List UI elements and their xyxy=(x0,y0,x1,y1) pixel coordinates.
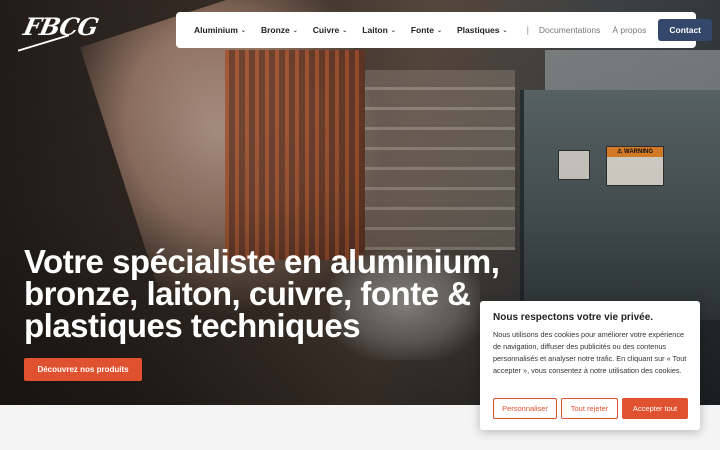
nav-item-label: Plastiques xyxy=(457,25,500,35)
main-navbar: Aluminium ⌄ Bronze ⌄ Cuivre ⌄ Laiton ⌄ F… xyxy=(176,12,712,48)
cookie-title: Nous respectons votre vie privée. xyxy=(493,312,654,323)
chevron-down-icon: ⌄ xyxy=(436,27,442,34)
accept-cookies-button[interactable]: Accepter tout xyxy=(622,398,688,419)
nav-link-a-propos[interactable]: À propos xyxy=(612,25,646,35)
chevron-down-icon: ⌄ xyxy=(292,27,298,34)
nav-link-documentations[interactable]: Documentations xyxy=(539,25,600,35)
brand-logo[interactable]: FBCG xyxy=(21,12,101,41)
headline-line-1: Votre spécialiste en aluminium, xyxy=(24,243,500,280)
nav-item-label: Bronze xyxy=(260,25,290,35)
chevron-down-icon: ⌄ xyxy=(240,27,246,34)
cookie-text: Nous utilisons des cookies pour améliore… xyxy=(493,330,687,375)
nav-item-bronze[interactable]: Bronze ⌄ xyxy=(261,25,298,35)
headline-line-3: plastiques techniques xyxy=(24,307,361,344)
headline-line-2: bronze, laiton, cuivre, fonte & xyxy=(24,275,471,312)
reject-cookies-button[interactable]: Tout rejeter xyxy=(561,398,618,419)
chevron-down-icon: ⌄ xyxy=(502,27,508,34)
chevron-down-icon: ⌄ xyxy=(342,27,348,34)
hero-headline: Votre spécialiste en aluminium, bronze, … xyxy=(24,243,524,344)
nav-item-label: Cuivre xyxy=(312,25,340,35)
contact-button[interactable]: Contact xyxy=(658,19,712,41)
nav-item-label: Fonte xyxy=(410,25,434,35)
nav-separator: | xyxy=(526,25,529,35)
nav-item-label: Aluminium xyxy=(194,25,238,35)
nav-item-fonte[interactable]: Fonte ⌄ xyxy=(411,25,442,35)
nav-item-cuivre[interactable]: Cuivre ⌄ xyxy=(313,25,348,35)
nav-item-plastiques[interactable]: Plastiques ⌄ xyxy=(457,25,508,35)
chevron-down-icon: ⌄ xyxy=(390,27,396,34)
nav-item-aluminium[interactable]: Aluminium ⌄ xyxy=(194,25,246,35)
discover-products-button[interactable]: Découvrez nos produits xyxy=(24,358,142,381)
cookie-banner: Nous respectons votre vie privée. Nous u… xyxy=(480,301,700,430)
cookie-actions: Personnaliser Tout rejeter Accepter tout xyxy=(493,398,688,419)
nav-item-laiton[interactable]: Laiton ⌄ xyxy=(362,25,396,35)
customize-cookies-button[interactable]: Personnaliser xyxy=(493,398,557,419)
nav-item-label: Laiton xyxy=(362,25,388,35)
